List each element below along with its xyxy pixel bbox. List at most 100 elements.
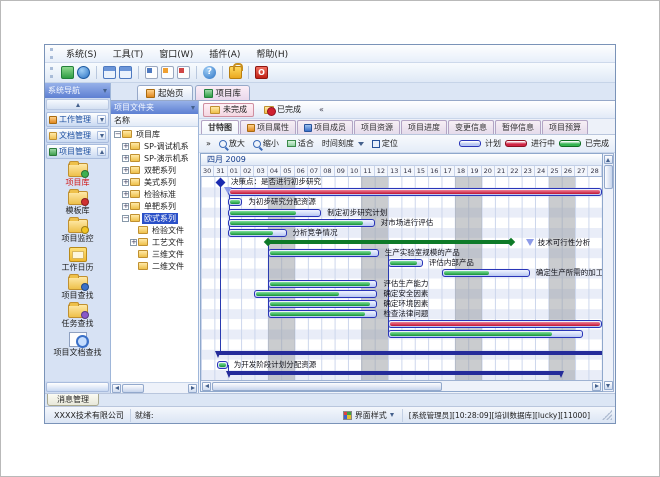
report-red-icon[interactable] (177, 66, 190, 79)
task-bar[interactable] (268, 249, 379, 257)
section-toggle-button[interactable] (97, 147, 106, 156)
gantt-tab-甘特图[interactable]: 甘特图 (201, 120, 239, 134)
task-bar[interactable] (228, 198, 243, 206)
window-tile-icon[interactable] (119, 66, 132, 79)
task-bar[interactable] (268, 310, 378, 318)
gantt-toolbar-定位[interactable]: 定位 (369, 137, 401, 150)
sidebar-section-工作管理[interactable]: 工作管理 (46, 112, 109, 127)
tree-node-检验标准[interactable]: +检验标准 (111, 188, 198, 200)
tree-node-工艺文件[interactable]: +工艺文件 (111, 236, 198, 248)
window-cascade-icon[interactable] (103, 66, 116, 79)
help-icon[interactable] (203, 66, 216, 79)
menu-item-帮助(H)[interactable]: 帮助(H) (248, 48, 296, 62)
tree-node-SP-演示机系[interactable]: +SP-演示机系 (111, 152, 198, 164)
sidebar-item-模板库[interactable]: 模板库 (45, 189, 110, 217)
tree-node-二维文件[interactable]: 二维文件 (111, 260, 198, 272)
task-bar[interactable] (442, 269, 530, 277)
report-blue-icon[interactable] (145, 66, 158, 79)
sidebar-section-文档管理[interactable]: 文档管理 (46, 128, 109, 143)
filter-overflow-button[interactable]: « (319, 105, 324, 114)
sidebar-item-项目查找[interactable]: 项目查找 (45, 274, 110, 302)
collapse-icon[interactable]: − (114, 131, 121, 138)
scroll-thumb[interactable] (212, 382, 442, 391)
report-orange-icon[interactable] (161, 66, 174, 79)
filter-button-已完成[interactable]: 已完成 (257, 103, 308, 117)
gantt-toolbar-适合[interactable]: 适合 (284, 137, 317, 150)
task-bar[interactable] (228, 209, 322, 217)
tree-node-美式系列[interactable]: +美式系列 (111, 176, 198, 188)
gantt-toolbar-放大[interactable]: 放大 (216, 137, 248, 150)
gantt-tab-项目进度[interactable]: 项目进度 (401, 120, 447, 134)
task-bar[interactable] (268, 280, 378, 288)
scroll-left-button[interactable] (202, 382, 211, 391)
doc-tab-项目库[interactable]: 项目库 (195, 85, 251, 100)
ui-style-button[interactable]: 界面样式 (339, 410, 398, 421)
tree-panel-collapse-icon[interactable] (191, 106, 195, 110)
expand-icon[interactable]: + (122, 167, 129, 174)
summary-bar[interactable] (228, 371, 562, 375)
tree-node-单靶系列[interactable]: +单靶系列 (111, 200, 198, 212)
tree-node-检验文件[interactable]: 检验文件 (111, 224, 198, 236)
gantt-tab-项目成员[interactable]: 项目成员 (297, 120, 353, 134)
sidebar-item-项目库[interactable]: 项目库 (45, 161, 110, 189)
lock-icon[interactable] (229, 66, 242, 79)
expand-icon[interactable]: + (122, 155, 129, 162)
tree-node-三维文件[interactable]: 三维文件 (111, 248, 198, 260)
sidebar-collapse-icon[interactable] (103, 89, 107, 93)
app-icon[interactable] (61, 66, 74, 79)
task-bar[interactable] (388, 330, 583, 338)
filter-button-未完成[interactable]: 未完成 (203, 103, 254, 117)
scroll-down-button[interactable] (604, 381, 613, 390)
tree-column-header[interactable]: 名称 (111, 114, 198, 127)
task-bar[interactable] (254, 290, 377, 298)
toolbar-overflow-button[interactable]: » (203, 138, 214, 149)
scroll-up-button[interactable] (604, 155, 613, 164)
scroll-thumb[interactable] (122, 384, 144, 393)
sidebar-item-项目文档查找[interactable]: 项目文档查找 (45, 330, 110, 359)
scroll-right-button[interactable] (592, 382, 601, 391)
expand-icon[interactable]: + (122, 143, 129, 150)
tree-node-项目库[interactable]: −项目库 (111, 128, 198, 140)
gantt-tab-项目预算[interactable]: 项目预算 (542, 120, 588, 134)
task-bar[interactable] (217, 361, 228, 369)
doc-tab-起始页[interactable]: 起始页 (137, 85, 193, 100)
tab-message-management[interactable]: 消息管理 (47, 394, 99, 406)
menubar-grip[interactable] (50, 48, 53, 59)
resize-grip[interactable] (602, 410, 612, 420)
tree-node-双靶系列[interactable]: +双靶系列 (111, 164, 198, 176)
scroll-thumb[interactable] (604, 165, 613, 189)
task-bar[interactable] (228, 229, 287, 237)
menu-item-系统(S)[interactable]: 系统(S) (58, 48, 105, 62)
expand-icon[interactable]: + (122, 191, 129, 198)
toolbar-grip[interactable] (50, 67, 53, 78)
tree-horizontal-scrollbar[interactable] (111, 382, 198, 393)
menu-item-工具(T)[interactable]: 工具(T) (105, 48, 152, 62)
tree-node-欧式系列[interactable]: −欧式系列 (111, 212, 198, 224)
milestone-marker[interactable] (216, 177, 226, 187)
completed-summary-bar[interactable] (268, 240, 511, 244)
task-bar[interactable] (228, 219, 375, 227)
summary-bar[interactable] (217, 351, 602, 355)
expand-icon[interactable]: + (122, 179, 129, 186)
gantt-toolbar-时间刻度[interactable]: 时间刻度 (319, 137, 367, 150)
section-toggle-button[interactable] (97, 115, 106, 124)
scroll-left-button[interactable] (112, 384, 121, 393)
section-toggle-button[interactable] (97, 131, 106, 140)
sidebar-collapsed-section[interactable] (46, 382, 109, 392)
task-bar[interactable] (388, 320, 602, 328)
gantt-horizontal-scrollbar[interactable] (201, 380, 602, 391)
gantt-tab-项目属性[interactable]: 项目属性 (240, 120, 296, 134)
scroll-right-button[interactable] (188, 384, 197, 393)
expand-icon[interactable]: + (130, 239, 137, 246)
sidebar-item-任务查找[interactable]: 任务查找 (45, 302, 110, 330)
sidebar-item-工作日历[interactable]: 工作日历 (45, 245, 110, 274)
gantt-tab-暂停信息[interactable]: 暂停信息 (495, 120, 541, 134)
gantt-vertical-scrollbar[interactable] (603, 153, 614, 392)
gantt-tab-变更信息[interactable]: 变更信息 (448, 120, 494, 134)
gantt-toolbar-缩小[interactable]: 缩小 (250, 137, 282, 150)
globe-icon[interactable] (77, 66, 90, 79)
menu-item-插件(A)[interactable]: 插件(A) (201, 48, 248, 62)
gantt-tab-项目资源[interactable]: 项目资源 (354, 120, 400, 134)
task-bar[interactable] (228, 188, 602, 196)
sidebar-scroll-up-button[interactable] (46, 99, 109, 110)
